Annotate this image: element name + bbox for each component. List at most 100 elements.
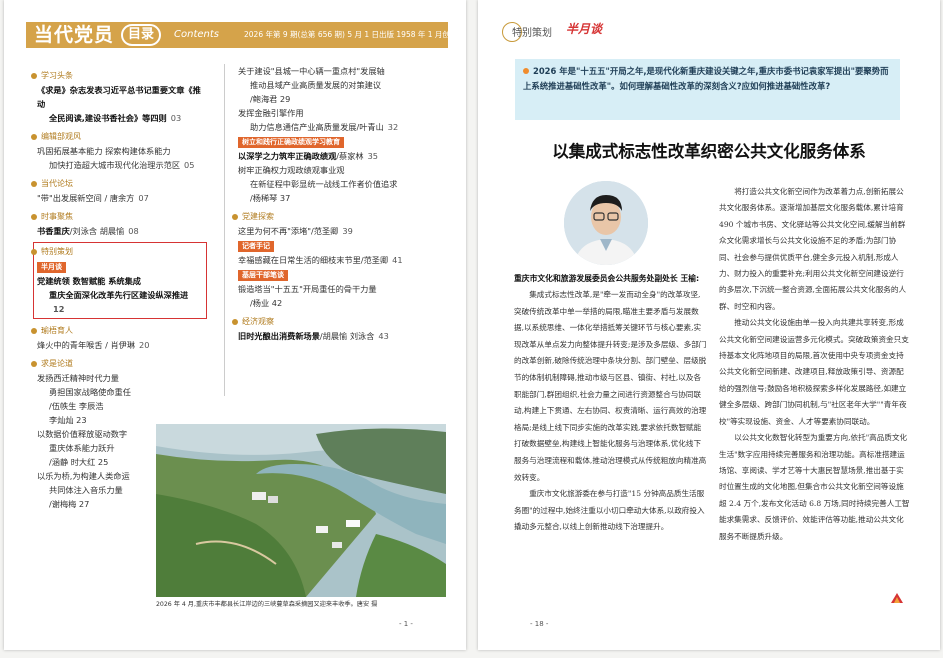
issue-info: 2026 年第 9 期(总第 656 期) 5 月 1 日出版 1958 年 1… (244, 30, 458, 39)
toc-entry-title: 关于建设"县城一中心辆一重点村"发展轴 (238, 66, 385, 76)
article-paragraph: 以公共文化数智化转型为重要方向,依托"高品质文化生活"数字应用持续完善服务和治理… (719, 433, 910, 541)
article-paragraph: 推动公共文化设施由单一投入向共建共享转变,形成公共文化新空间建设运营多元化模式。… (719, 318, 909, 426)
toc-column-right: 关于建设"县城一中心辆一重点村"发展轴推动县域产业高质量发展的对策建议/鲍海君 … (232, 64, 448, 343)
toc-page-number: 12 (53, 304, 65, 314)
toc-entry-title: /伍帙生 李辰浩 (49, 401, 104, 411)
article-column-right: 将打造公共文化新空间作为改革着力点,创新拓展公共文化服务体系。逐渐增加基层文化服… (719, 184, 910, 545)
column-tag-row: 基层干部笔谈 (238, 267, 448, 282)
toc-entry-title: 共同体注入音乐力量 (49, 485, 123, 495)
toc-entry-title: 发挥金融引擎作用 (238, 108, 304, 118)
section-heading-text: 学习头条 (41, 71, 73, 80)
toc-contents-label: Contents (174, 29, 219, 40)
section-tag: 半月谈 (566, 22, 603, 36)
section-heading-text: 时事聚焦 (41, 212, 73, 221)
toc-page-number: 39 (342, 226, 353, 236)
toc-entry-title: /谢梅梅 27 (49, 499, 90, 509)
toc-entry: /杨稀琴 37 (238, 191, 448, 205)
toc-entry-title: 锻造塔当"十五五"开局重任的骨干力量 (238, 284, 377, 294)
toc-entry: 发扬西迁精神时代力量 (37, 371, 207, 385)
column-tag: 半月谈 (37, 262, 66, 273)
toc-entry: 烽火中的青年喉舌 / 肖伊琳 20 (37, 338, 207, 352)
toc-mulu-badge: 目录 (121, 24, 161, 46)
section-dot-icon (232, 319, 238, 325)
toc-entry-title: 李灿灿 23 (49, 415, 87, 425)
toc-entry: "带"出发展新空间 / 唐余方 07 (37, 191, 207, 205)
section-heading: 特别策划 (31, 245, 203, 259)
column-tag-row: 树立和践行正确政绩观学习教育 (238, 134, 448, 149)
toc-entry-title: 加快打造超大城市现代化治理示范区 (49, 160, 181, 170)
section-dot-icon (232, 214, 238, 220)
toc-page-number: 41 (392, 255, 403, 265)
toc-entry-author: /刘泳含 胡晨愉 (69, 226, 125, 236)
article-paragraph: 重庆市文化旅游委在参与打造"15 分钟高品质生活服务圈"的过程中,始终注重以小切… (514, 489, 705, 532)
left-page: 当代党员 目录 Contents 2026 年第 9 期(总第 656 期) 5… (4, 0, 466, 650)
toc-entry-title: 助力信息通信产业高质量发展/叶青山 (250, 122, 384, 132)
toc-entry: 在新征程中彰显统一战线工作者价值追求 (238, 177, 448, 191)
author-line: 重庆市文化和旅游发展委员会公共服务处副处长 王榆: (514, 274, 700, 283)
toc-entry-title: 全民阅读,建设书香社会》等四则 (49, 113, 167, 123)
toc-entry-title: 重庆全面深化改革先行区建设纵深推进 (49, 290, 189, 300)
toc-entry: 重庆全面深化改革先行区建设纵深推进 12 (37, 288, 203, 316)
toc-entry: 党建统领 数智赋能 系统集成 (37, 276, 141, 286)
toc-entry-title: 《求是》杂志发表习近平总书记重要文章《推动 (37, 85, 201, 109)
author-portrait (564, 181, 648, 265)
toc-page-number: 05 (184, 160, 195, 170)
article-title: 以集成式标志性改革织密公共文化服务体系 (552, 142, 866, 161)
right-page: 特别策划 半月谈 2026 年是"十五五"开局之年,是现代化新重庆建设关键之年,… (478, 0, 940, 650)
section-heading: 瑜梧育人 (31, 324, 207, 338)
section-dot-icon (31, 134, 37, 140)
toc-entry: /鲍海君 29 (238, 92, 448, 106)
section-dot-icon (31, 73, 37, 79)
toc-entry: 《求是》杂志发表习近平总书记重要文章《推动 (37, 83, 207, 111)
toc-entry-title: 树牢正确权力观政绩观事业观 (238, 165, 345, 175)
end-mark-icon (891, 593, 903, 603)
toc-entry-title: /杨稀琴 37 (250, 193, 291, 203)
toc-header: 当代党员 目录 Contents 2026 年第 9 期(总第 656 期) 5… (4, 0, 466, 48)
toc-entry-title: 推动县域产业高质量发展的对策建议 (250, 80, 382, 90)
page-number: - 1 - (399, 620, 413, 628)
section-dot-icon (31, 328, 37, 334)
magazine-title: 当代党员 (34, 24, 115, 46)
article-paragraph: 集成式标志性改革,是"牵一发而动全身"的改革攻坚,突破传统改革中单一举措的局限,… (514, 290, 707, 482)
column-divider (224, 64, 225, 396)
toc-entry: 书香重庆/刘泳含 胡晨愉 08 (37, 224, 207, 238)
toc-entry: 全民阅读,建设书香社会》等四则 03 (37, 111, 207, 125)
toc-entry-title: "带"出发展新空间 / 唐余方 (37, 193, 135, 203)
toc-page-number: 03 (170, 113, 182, 123)
toc-entry: 推动县域产业高质量发展的对策建议 (238, 78, 448, 92)
page-number: - 18 - (530, 620, 549, 628)
toc-entry: 勇担国家战略使命重任 (37, 385, 207, 399)
toc-entry: 以深学之力筑牢正确政绩观/蔡家林 35 (238, 149, 448, 163)
column-tag: 树立和践行正确政绩观学习教育 (238, 137, 344, 148)
section-dot-icon (31, 214, 37, 220)
section-heading: 经济观察 (232, 315, 448, 329)
intro-box: 2026 年是"十五五"开局之年,是现代化新重庆建设关键之年,重庆市委书记袁家军… (515, 59, 900, 120)
intro-text: 2026 年是"十五五"开局之年,是现代化新重庆建设关键之年,重庆市委书记袁家军… (523, 66, 889, 91)
toc-entry: 旧时光酿出消费新场景/胡晨愉 刘泳含 43 (238, 329, 448, 343)
toc-entry-author: /蔡家林 (336, 151, 364, 161)
cover-photo (156, 424, 446, 597)
section-heading-text: 当代论坛 (41, 179, 73, 188)
toc-entry-title: 以深学之力筑牢正确政绩观 (238, 151, 337, 161)
toc-entry-title: /鲍海君 29 (250, 94, 291, 104)
column-tag: 基层干部笔谈 (238, 270, 288, 281)
toc-page-number: 35 (367, 151, 379, 161)
section-dot-icon (31, 249, 37, 255)
toc-entry: 这里为何不再"添堵"/范圣卿 39 (238, 224, 448, 238)
toc-entry-title: 书香重庆 (37, 226, 70, 236)
section-heading-text: 编辑部观风 (41, 132, 81, 141)
toc-entry: /伍帙生 李辰浩 (37, 399, 207, 413)
toc-entry: 树牢正确权力观政绩观事业观 (238, 163, 448, 177)
toc-entry: 幸福感藏在日常生活的细枝末节里/范圣卿 41 (238, 253, 448, 267)
toc-page-number: 08 (128, 226, 139, 236)
toc-entry: 助力信息通信产业高质量发展/叶青山 32 (238, 120, 448, 134)
toc-entry-title: 巩固拓展基本能力 探索构建体系能力 (37, 146, 171, 156)
toc-entry-title: /杨业 42 (250, 298, 283, 308)
section-heading: 党建探索 (232, 210, 448, 224)
toc-entry-title: 发扬西迁精神时代力量 (37, 373, 119, 383)
toc-entry: 巩固拓展基本能力 探索构建体系能力 (37, 144, 207, 158)
toc-entry-title: /涵静 时大红 25 (49, 457, 109, 467)
section-heading-text: 经济观察 (242, 317, 274, 326)
toc-entry: 发挥金融引擎作用 (238, 106, 448, 120)
toc-entry-title: 这里为何不再"添堵"/范圣卿 (238, 226, 339, 236)
